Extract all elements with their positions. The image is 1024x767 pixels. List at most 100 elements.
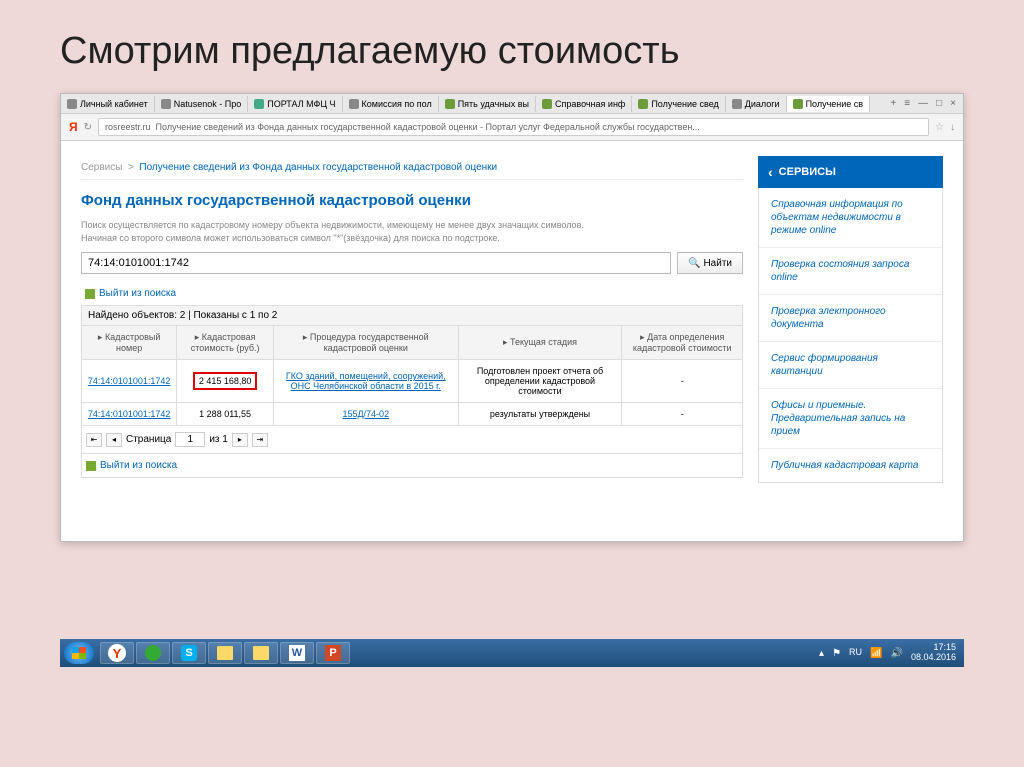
bookmark-icon[interactable]: ☆ (935, 122, 944, 133)
exit-search-link-bottom[interactable]: Выйти из поиска (81, 454, 743, 478)
procedure-link[interactable]: 155Д/74-02 (342, 409, 389, 419)
address-input[interactable]: rosreestr.ru Получение сведений из Фонда… (98, 118, 929, 136)
tab-8[interactable]: Получение св (787, 96, 871, 112)
sidebar-link[interactable]: Проверка состояния запроса online (759, 248, 942, 295)
col-date[interactable]: ▸ Дата определения кадастровой стоимости (622, 326, 743, 360)
menu-button[interactable]: ≡ (901, 98, 913, 109)
breadcrumb: Сервисы > Получение сведений из Фонда да… (81, 156, 743, 180)
search-icon: 🔍 (688, 258, 700, 269)
maximize-button[interactable]: □ (933, 98, 945, 109)
start-button[interactable] (64, 642, 94, 664)
cadastral-link[interactable]: 74:14:0101001:1742 (88, 409, 171, 419)
tray-clock[interactable]: 17:15 08.04.2016 (911, 643, 956, 663)
sidebar-link[interactable]: Публичная кадастровая карта (759, 449, 942, 482)
main-column: Сервисы > Получение сведений из Фонда да… (81, 156, 743, 531)
sidebar-header[interactable]: СЕРВИСЫ (758, 156, 943, 188)
stage-cell: Подготовлен проект отчета об определении… (458, 360, 622, 403)
tab-1[interactable]: Natusenok - Про (155, 96, 249, 112)
slide-title: Смотрим предлагаемую стоимость (60, 30, 964, 73)
taskbar-skype[interactable]: S (172, 642, 206, 664)
minimize-button[interactable]: — (915, 98, 931, 109)
tab-controls: + ≡ — □ × (883, 98, 963, 109)
tab-5[interactable]: Справочная инф (536, 96, 632, 112)
procedure-link[interactable]: ГКО зданий, помещений, сооружений, ОНС Ч… (286, 371, 446, 391)
results-table: ▸ Кадастровый номер ▸ Кадастровая стоимо… (81, 325, 743, 426)
yandex-logo[interactable]: Я (69, 120, 78, 134)
tab-7[interactable]: Диалоги (726, 96, 787, 112)
taskbar-yandex[interactable]: Y (100, 642, 134, 664)
tray-sound-icon[interactable]: 🔊 (891, 648, 903, 659)
tab-3[interactable]: Комиссия по пол (343, 96, 439, 112)
tab-icon (732, 99, 742, 109)
new-tab-button[interactable]: + (887, 98, 899, 109)
sidebar-link[interactable]: Проверка электронного документа (759, 295, 942, 342)
col-procedure[interactable]: ▸ Процедура государственной кадастровой … (273, 326, 458, 360)
cost-cell: 2 415 168,80 (177, 360, 274, 403)
sidebar: СЕРВИСЫ Справочная информация по объекта… (758, 156, 943, 531)
url-bar: Я ↻ rosreestr.ru Получение сведений из Ф… (61, 114, 963, 141)
sidebar-link[interactable]: Сервис формирования квитанции (759, 342, 942, 389)
tab-4[interactable]: Пять удачных вы (439, 96, 536, 112)
word-icon: W (289, 645, 305, 661)
powerpoint-icon: P (325, 645, 341, 661)
tab-bar: Личный кабинет Natusenok - Про ПОРТАЛ МФ… (61, 94, 963, 114)
page-title: Фонд данных государственной кадастровой … (81, 192, 743, 209)
tray-flag-icon[interactable]: ⚑ (832, 648, 841, 659)
cadastral-link[interactable]: 74:14:0101001:1742 (88, 376, 171, 386)
date-cell: - (622, 403, 743, 426)
taskbar-app1[interactable] (136, 642, 170, 664)
col-stage[interactable]: ▸ Текущая стадия (458, 326, 622, 360)
pager-next[interactable]: ▸ (232, 433, 248, 447)
tab-0[interactable]: Личный кабинет (61, 96, 155, 112)
tab-icon (793, 99, 803, 109)
table-row: 74:14:0101001:1742 2 415 168,80 ГКО зданий… (82, 360, 743, 403)
sidebar-link[interactable]: Офисы и приемные. Предварительная запись… (759, 389, 942, 449)
yandex-icon: Y (108, 644, 126, 662)
highlighted-cost: 2 415 168,80 (193, 372, 258, 390)
found-count: Найдено объектов: 2 | Показаны с 1 по 2 (81, 305, 743, 326)
pager-first[interactable]: ⇤ (86, 433, 102, 447)
pager-prev[interactable]: ◂ (106, 433, 122, 447)
pager-input[interactable] (175, 432, 205, 447)
skype-icon: S (181, 645, 197, 661)
pager-last[interactable]: ⇥ (252, 433, 268, 447)
stage-cell: результаты утверждены (458, 403, 622, 426)
folder-icon (217, 646, 233, 660)
tab-icon (67, 99, 77, 109)
reload-icon[interactable]: ↻ (84, 122, 92, 133)
tray-network-icon[interactable]: 📶 (870, 648, 882, 659)
cost-cell: 1 288 011,55 (177, 403, 274, 426)
date-cell: - (622, 360, 743, 403)
tab-icon (161, 99, 171, 109)
exit-icon (85, 289, 95, 299)
tab-icon (542, 99, 552, 109)
app-icon (145, 645, 161, 661)
exit-search-link[interactable]: Выйти из поиска (81, 282, 743, 305)
taskbar-powerpoint[interactable]: P (316, 642, 350, 664)
close-button[interactable]: × (947, 98, 959, 109)
taskbar-explorer[interactable] (208, 642, 242, 664)
search-input[interactable] (81, 252, 671, 274)
folder-icon (253, 646, 269, 660)
search-hint: Поиск осуществляется по кадастровому ном… (81, 219, 743, 244)
exit-icon (86, 461, 96, 471)
download-icon[interactable]: ↓ (950, 122, 955, 133)
tray-up-icon[interactable]: ▴ (819, 648, 824, 659)
page-body: Сервисы > Получение сведений из Фонда да… (61, 141, 963, 541)
tray-lang[interactable]: RU (849, 648, 862, 658)
taskbar-explorer2[interactable] (244, 642, 278, 664)
breadcrumb-link[interactable]: Получение сведений из Фонда данных госуд… (139, 162, 497, 173)
col-cadastral-num[interactable]: ▸ Кадастровый номер (82, 326, 177, 360)
sidebar-link[interactable]: Справочная информация по объектам недвиж… (759, 188, 942, 248)
col-cost[interactable]: ▸ Кадастровая стоимость (руб.) (177, 326, 274, 360)
taskbar-word[interactable]: W (280, 642, 314, 664)
search-row: 🔍Найти (81, 252, 743, 274)
search-button[interactable]: 🔍Найти (677, 252, 743, 274)
tab-6[interactable]: Получение свед (632, 96, 725, 112)
tab-icon (638, 99, 648, 109)
system-tray[interactable]: ▴ ⚑ RU 📶 🔊 17:15 08.04.2016 (819, 643, 960, 663)
browser-window: Личный кабинет Natusenok - Про ПОРТАЛ МФ… (60, 93, 964, 542)
taskbar: Y S W P ▴ ⚑ RU 📶 🔊 17:15 08.04.2016 (60, 639, 964, 667)
tab-icon (349, 99, 359, 109)
tab-2[interactable]: ПОРТАЛ МФЦ Ч (248, 96, 342, 112)
